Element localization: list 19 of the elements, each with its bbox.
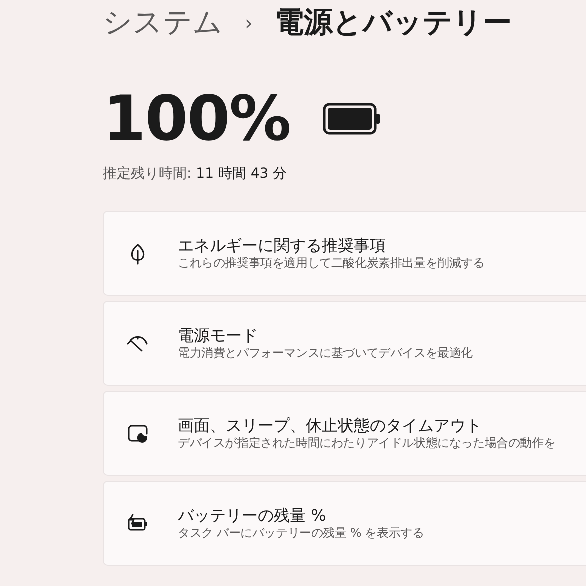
battery-percentage: 100% bbox=[103, 88, 291, 150]
settings-card[interactable]: バッテリーの残量 % タスク バーにバッテリーの残量 % を表示する bbox=[103, 481, 586, 566]
setting-title: バッテリーの残量 % bbox=[178, 506, 328, 526]
setting-title: エネルギーに関する推奨事項 bbox=[178, 236, 387, 256]
breadcrumb-link[interactable]: システム bbox=[103, 1, 223, 45]
setting-description: これらの推奨事項を適用して二酸化炭素排出量を削減する bbox=[178, 256, 485, 272]
estimate-label: 推定残り時間: bbox=[103, 166, 192, 182]
setting-title: 画面、スリープ、休止状態のタイムアウト bbox=[178, 416, 483, 436]
setting-title: 電源モード bbox=[178, 326, 259, 346]
breadcrumb-separator: › bbox=[245, 10, 253, 37]
setting-description: デバイスが指定された時間にわたりアイドル状態になった場合の動作を bbox=[178, 436, 556, 452]
battery-icon bbox=[322, 103, 381, 135]
settings-card[interactable]: 画面、スリープ、休止状態のタイムアウト デバイスが指定された時間にわたりアイドル状態になった場合の動作を bbox=[103, 391, 586, 476]
setting-description: 電力消費とパフォーマンスに基づいてデバイスを最適化 bbox=[178, 346, 474, 362]
settings-card[interactable]: エネルギーに関する推奨事項 これらの推奨事項を適用して二酸化炭素排出量を削減する bbox=[103, 211, 586, 296]
setting-description: タスク バーにバッテリーの残量 % を表示する bbox=[178, 526, 424, 542]
settings-card[interactable]: 電源モード 電力消費とパフォーマンスに基づいてデバイスを最適化 bbox=[103, 301, 586, 386]
page-title: 電源とバッテリー bbox=[275, 4, 512, 42]
estimate-value: 11 時間 43 分 bbox=[196, 166, 288, 182]
